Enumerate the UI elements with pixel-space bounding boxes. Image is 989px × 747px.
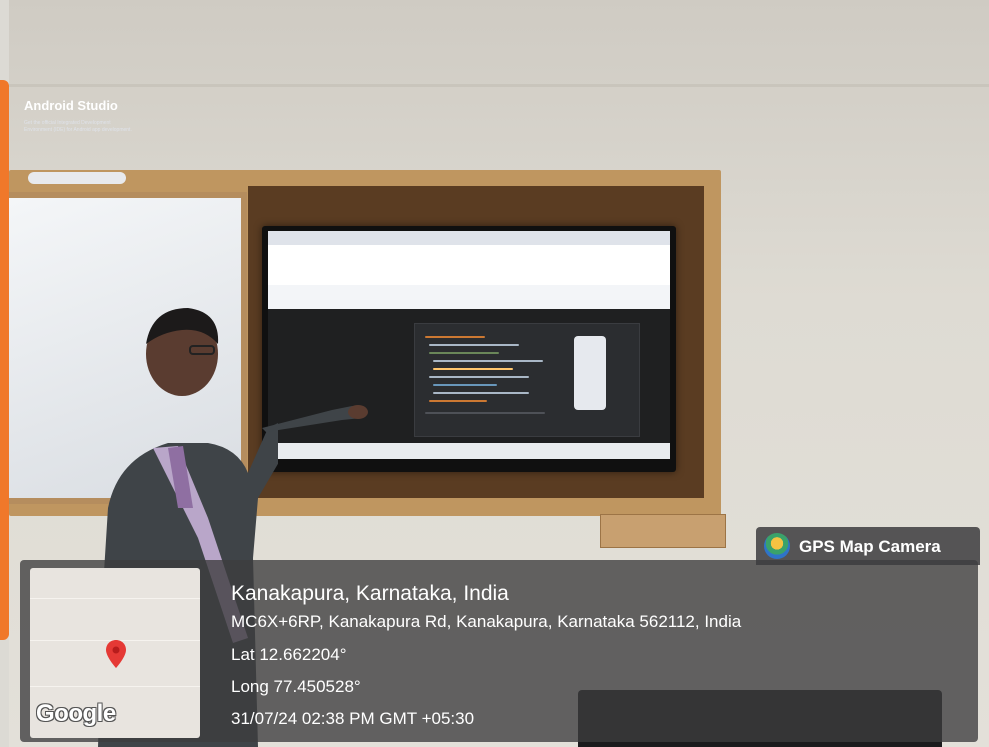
code-line	[429, 352, 499, 354]
code-line	[433, 360, 543, 362]
browser-tab-bar	[268, 231, 670, 245]
map-road	[30, 598, 200, 599]
longitude: Long 77.450528°	[231, 677, 361, 696]
code-line	[429, 376, 529, 378]
address-line: MC6X+6RP, Kanakapura Rd, Kanakapura, Kar…	[231, 612, 742, 631]
presenter-head	[146, 308, 219, 396]
orange-edge-strip	[0, 80, 9, 640]
wall-molding	[9, 84, 989, 87]
code-line	[429, 344, 519, 346]
code-line	[433, 368, 513, 370]
screen-hero-subtitle: Get the official Integrated Development …	[24, 120, 132, 133]
code-line	[433, 392, 529, 394]
code-line	[425, 412, 545, 414]
location-title: Kanakapura, Karnataka, India	[231, 582, 509, 605]
code-line	[433, 384, 497, 386]
map-road	[30, 686, 200, 687]
gps-map-camera-icon	[764, 533, 790, 559]
code-line	[425, 336, 485, 338]
latitude: Lat 12.662204°	[231, 645, 347, 664]
timestamp: 31/07/24 02:38 PM GMT +05:30	[231, 709, 475, 728]
presenter-arm	[262, 405, 368, 432]
screen-hero-title: Android Studio	[24, 98, 118, 113]
browser-url-bar	[268, 245, 670, 260]
map-pin-icon	[106, 640, 126, 668]
screen-download-button	[28, 172, 126, 184]
badge-label: GPS Map Camera	[799, 537, 941, 556]
phone-preview	[574, 336, 606, 410]
windows-taskbar	[268, 443, 670, 459]
site-navigation	[268, 259, 670, 285]
wooden-shelf	[600, 514, 726, 548]
google-logo: Google	[36, 700, 116, 727]
photo-scene: Android Studio Get the official Integrat…	[0, 0, 989, 747]
code-line	[429, 400, 487, 402]
ide-screenshot	[414, 323, 640, 437]
